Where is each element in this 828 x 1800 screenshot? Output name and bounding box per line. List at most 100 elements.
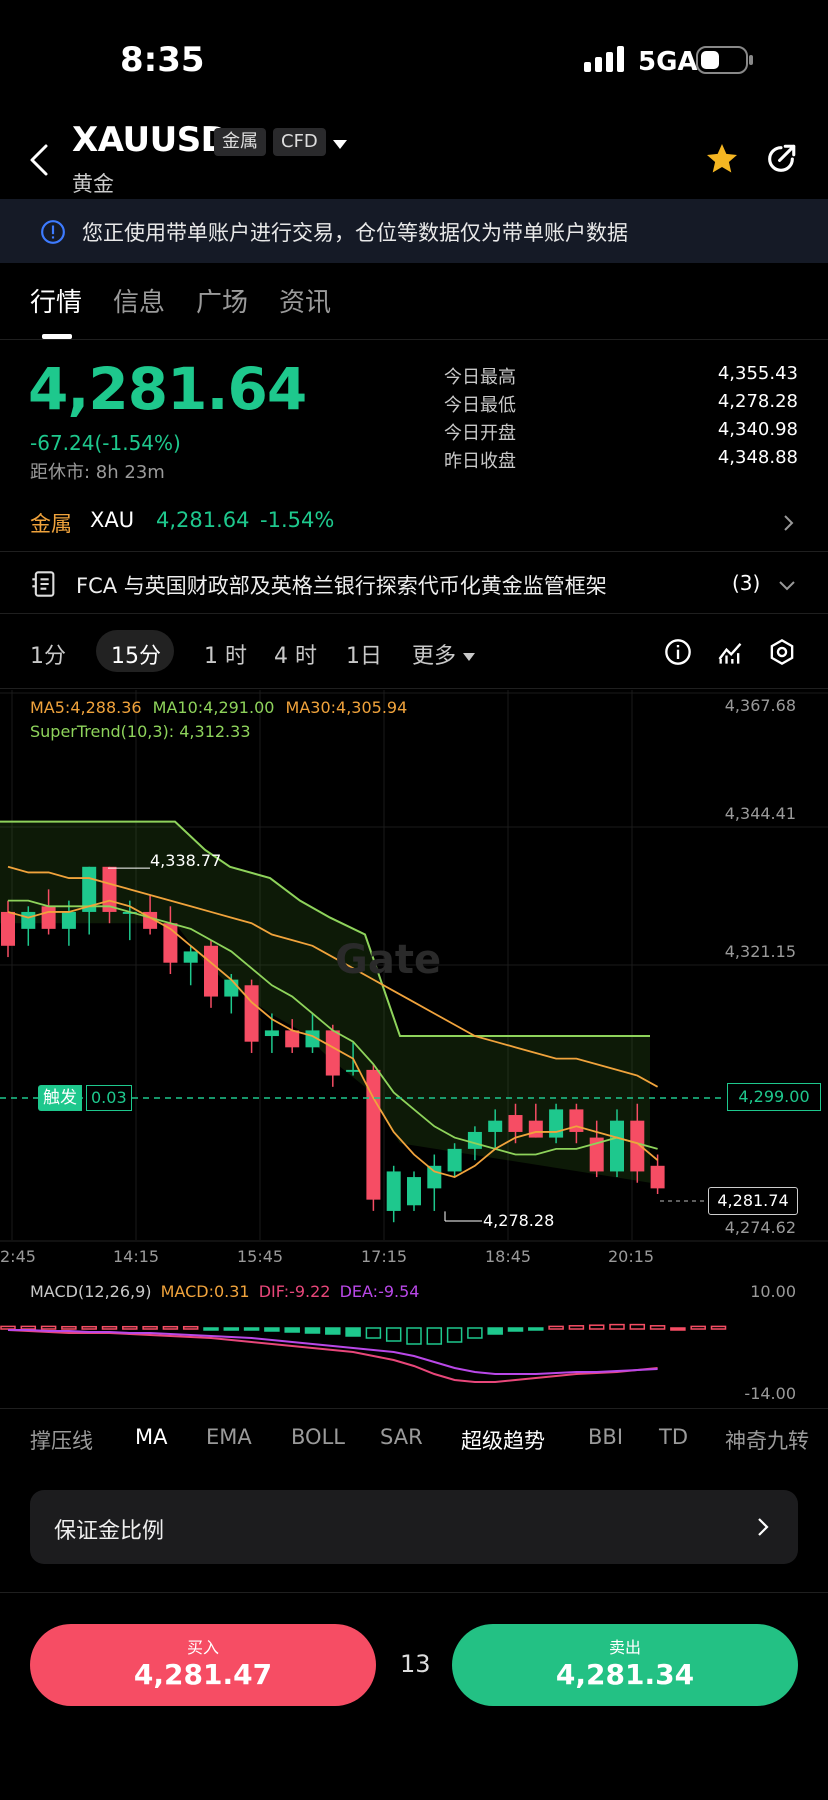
indicator-tab[interactable]: TD — [659, 1425, 688, 1449]
tab-news[interactable]: 资讯 — [279, 282, 331, 319]
stat-value: 4,348.88 — [717, 447, 798, 468]
close-countdown: 距休市: 8h 23m — [30, 462, 165, 483]
price-chart[interactable]: Gate — [0, 690, 828, 1410]
buy-button[interactable]: 买入 4,281.47 — [30, 1624, 376, 1706]
indicator-tab[interactable]: SAR — [380, 1425, 423, 1449]
macd-legend: MACD(12,26,9) MACD:0.31 DIF:-9.22 DEA:-9… — [30, 1282, 419, 1301]
news-count: (3) — [732, 571, 761, 595]
tab-square[interactable]: 广场 — [196, 282, 248, 319]
chart-settings-icon[interactable] — [768, 638, 796, 670]
timeframe-1m[interactable]: 1分 — [30, 638, 66, 670]
category-tag: 金属 — [214, 128, 266, 156]
candle-body — [630, 1120, 645, 1172]
y-axis-label: 4,321.15 — [724, 942, 796, 961]
category-change: -1.54% — [260, 508, 335, 532]
symbol-title[interactable]: XAUUSD — [72, 120, 229, 160]
signal-icon — [584, 46, 626, 78]
indicator-tab[interactable]: BOLL — [291, 1425, 345, 1449]
timeframe-1d[interactable]: 1日 — [346, 638, 382, 670]
macd-axis-label: 10.00 — [750, 1282, 796, 1301]
divider — [0, 551, 828, 552]
chevron-right-icon — [756, 1516, 770, 1542]
last-price-tag: 4,281.74 — [708, 1187, 798, 1215]
trigger-price-tag: 4,299.00 — [727, 1083, 821, 1111]
favorite-star-icon[interactable] — [704, 141, 740, 181]
candle-body — [285, 1030, 300, 1048]
indicator-tab[interactable]: EMA — [206, 1425, 252, 1449]
stat-label: 昨日收盘 — [444, 451, 516, 472]
timeframe-1h[interactable]: 1 时 — [204, 638, 247, 670]
macd-bar — [406, 1327, 422, 1345]
macd-bar — [20, 1325, 37, 1330]
candle-body — [447, 1148, 462, 1172]
macd-bar — [609, 1323, 625, 1330]
candle-body — [183, 951, 198, 963]
y-axis-label: 4,344.41 — [724, 804, 796, 823]
macd-bar — [385, 1327, 402, 1342]
x-axis-label: 18:45 — [485, 1247, 532, 1266]
info-icon — [40, 219, 66, 249]
candle-body — [204, 945, 218, 997]
candle-body — [264, 1030, 279, 1037]
tab-market[interactable]: 行情 — [30, 282, 82, 319]
macd-bar — [548, 1325, 564, 1330]
trigger-value: 0.03 — [86, 1085, 132, 1111]
indicator-icon[interactable] — [716, 638, 744, 670]
price-change: -67.24(-1.54%) — [30, 431, 181, 455]
ma30-value: MA30:4,305.94 — [285, 698, 408, 717]
indicator-tab[interactable]: MA — [135, 1425, 167, 1449]
candle-body — [407, 1177, 421, 1206]
last-price: 4,281.64 — [28, 355, 307, 423]
tab-info[interactable]: 信息 — [113, 282, 165, 319]
chart-info-icon[interactable] — [664, 638, 692, 670]
buy-price: 4,281.47 — [133, 1658, 273, 1691]
macd-bar — [588, 1324, 605, 1330]
timeframe-4h[interactable]: 4 时 — [274, 638, 317, 670]
candle-body — [467, 1131, 482, 1149]
macd-bar — [446, 1327, 463, 1343]
macd-axis-label: -14.00 — [744, 1384, 796, 1403]
chevron-down-icon[interactable] — [778, 577, 796, 596]
watermark-logo: Gate — [335, 937, 441, 983]
ma-legend: MA5:4,288.36 MA10:4,291.00 MA30:4,305.94 — [30, 698, 407, 717]
macd-title: MACD(12,26,9) — [30, 1282, 152, 1301]
candle-body — [224, 979, 239, 997]
macd-bar — [568, 1325, 585, 1330]
stat-value: 4,355.43 — [717, 363, 798, 384]
margin-ratio-label: 保证金比例 — [54, 1519, 165, 1544]
macd-bar — [142, 1325, 158, 1330]
x-axis-label: 14:15 — [113, 1247, 160, 1266]
share-icon[interactable] — [764, 142, 798, 180]
category-price: 4,281.64 — [156, 508, 250, 532]
sell-button[interactable]: 卖出 4,281.34 — [452, 1624, 798, 1706]
macd-bar — [162, 1325, 179, 1330]
symbol-dropdown-icon[interactable] — [332, 136, 348, 155]
indicator-tab[interactable]: 撑压线 — [30, 1425, 93, 1455]
divider — [0, 688, 828, 689]
trigger-label[interactable]: 触发 — [38, 1085, 82, 1111]
macd-bar — [40, 1325, 57, 1330]
indicator-tab[interactable]: 超级趋势 — [461, 1425, 545, 1455]
candle-body — [549, 1109, 564, 1138]
macd-bar — [81, 1325, 97, 1330]
indicator-tab[interactable]: BBI — [588, 1425, 623, 1449]
macd-bar — [325, 1327, 341, 1335]
indicator-tab[interactable]: 神奇九转 — [725, 1425, 809, 1455]
macd-bar — [223, 1327, 240, 1331]
news-doc-icon — [30, 570, 58, 602]
timeframe-more[interactable]: 更多 — [412, 638, 456, 670]
macd-bar — [690, 1325, 706, 1330]
stat-label: 今日最高 — [444, 367, 516, 388]
network-type: 5GA — [638, 47, 698, 77]
news-headline: FCA 与英国财政部及英格兰银行探索代币化黄金监管框架 — [76, 574, 607, 598]
back-icon[interactable] — [26, 140, 56, 180]
macd-bar — [649, 1325, 666, 1330]
candle-body — [427, 1165, 442, 1189]
timeframe-15m[interactable]: 15分 — [111, 638, 161, 670]
symbol-name: 黄金 — [72, 172, 114, 196]
macd-bar — [284, 1327, 300, 1333]
macd-bar — [264, 1327, 280, 1332]
macd-bar — [365, 1327, 382, 1339]
ma5-value: MA5:4,288.36 — [30, 698, 142, 717]
divider — [0, 1408, 828, 1409]
